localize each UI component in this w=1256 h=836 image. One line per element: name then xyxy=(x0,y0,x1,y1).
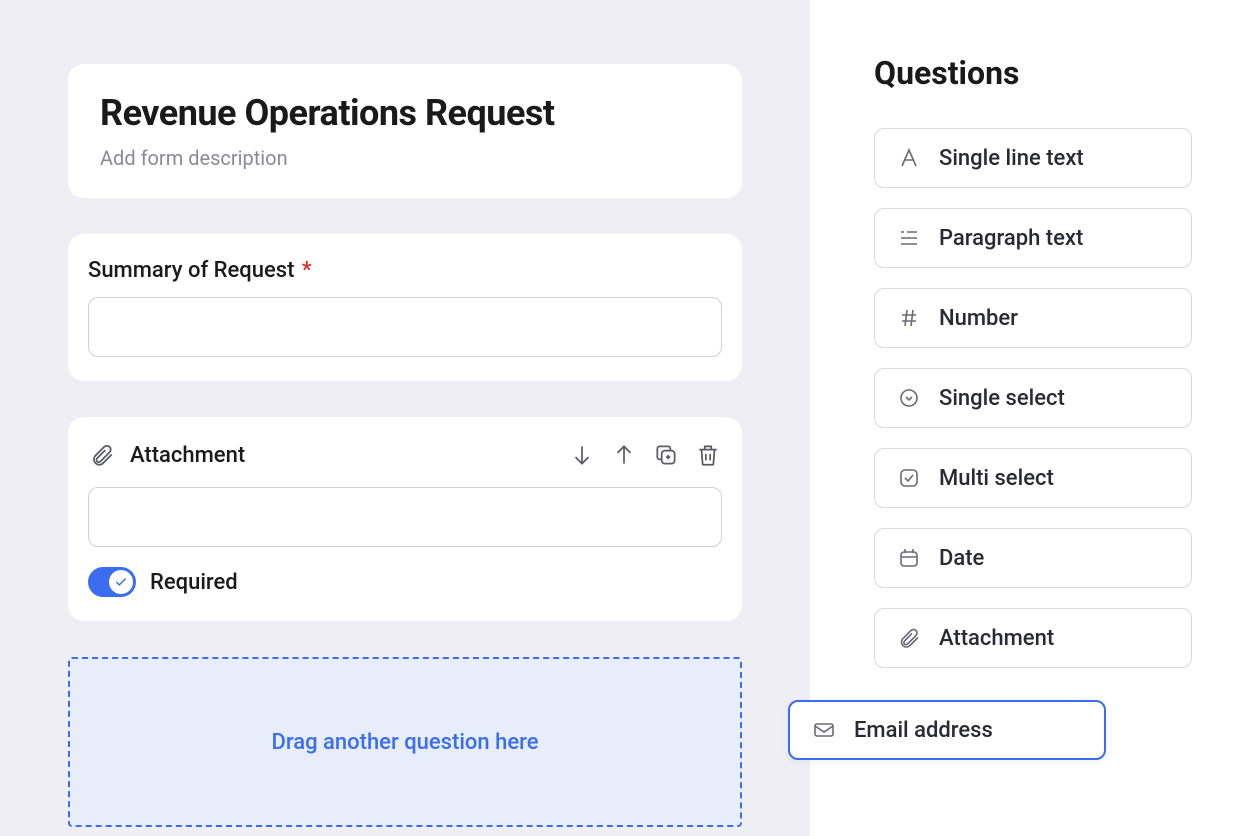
field-summary-label: Summary of Request * xyxy=(88,258,722,283)
hash-icon xyxy=(897,306,921,330)
required-toggle-label: Required xyxy=(150,570,238,595)
field-summary-label-text: Summary of Request xyxy=(88,258,294,283)
caret-circle-icon xyxy=(897,386,921,410)
field-summary-input[interactable] xyxy=(88,297,722,357)
mail-icon xyxy=(812,718,836,742)
question-dropzone[interactable]: Drag another question here xyxy=(68,657,742,827)
questions-sidebar: Questions Single line text Paragraph tex… xyxy=(810,0,1256,836)
checkbox-icon xyxy=(897,466,921,490)
move-up-button[interactable] xyxy=(610,441,638,469)
field-summary-card[interactable]: Summary of Request * xyxy=(68,234,742,381)
question-type-label: Attachment xyxy=(939,626,1054,651)
question-type-single-select[interactable]: Single select xyxy=(874,368,1192,428)
question-type-number[interactable]: Number xyxy=(874,288,1192,348)
calendar-icon xyxy=(897,546,921,570)
question-type-single-line-text[interactable]: Single line text xyxy=(874,128,1192,188)
field-attachment-label[interactable]: Attachment xyxy=(130,443,554,468)
required-toggle[interactable] xyxy=(88,567,136,597)
question-type-list: Single line text Paragraph text Number S… xyxy=(874,128,1192,668)
sidebar-title: Questions xyxy=(874,54,1192,92)
question-type-label: Multi select xyxy=(939,466,1054,491)
question-type-label: Email address xyxy=(854,718,993,743)
question-type-label: Date xyxy=(939,546,984,571)
question-type-label: Paragraph text xyxy=(939,226,1083,251)
question-type-multi-select[interactable]: Multi select xyxy=(874,448,1192,508)
field-attachment-card[interactable]: Attachment Required xyxy=(68,417,742,621)
toggle-knob xyxy=(109,570,133,594)
text-a-icon xyxy=(897,146,921,170)
paperclip-icon xyxy=(897,626,921,650)
question-type-date[interactable]: Date xyxy=(874,528,1192,588)
paragraph-icon xyxy=(897,226,921,250)
question-type-attachment[interactable]: Attachment xyxy=(874,608,1192,668)
delete-button[interactable] xyxy=(694,441,722,469)
form-header-card[interactable]: Revenue Operations Request Add form desc… xyxy=(68,64,742,198)
move-down-button[interactable] xyxy=(568,441,596,469)
dropzone-text: Drag another question here xyxy=(271,730,538,755)
question-type-paragraph-text[interactable]: Paragraph text xyxy=(874,208,1192,268)
form-builder-canvas: Revenue Operations Request Add form desc… xyxy=(0,0,810,836)
form-title[interactable]: Revenue Operations Request xyxy=(100,92,710,134)
field-attachment-input[interactable] xyxy=(88,487,722,547)
check-icon xyxy=(114,575,128,589)
required-asterisk: * xyxy=(302,258,312,283)
form-description-placeholder[interactable]: Add form description xyxy=(100,146,710,170)
question-type-label: Number xyxy=(939,306,1018,331)
question-type-label: Single line text xyxy=(939,146,1084,171)
duplicate-button[interactable] xyxy=(652,441,680,469)
question-type-email-address[interactable]: Email address xyxy=(788,700,1106,760)
paperclip-icon xyxy=(88,441,116,469)
question-type-label: Single select xyxy=(939,386,1065,411)
